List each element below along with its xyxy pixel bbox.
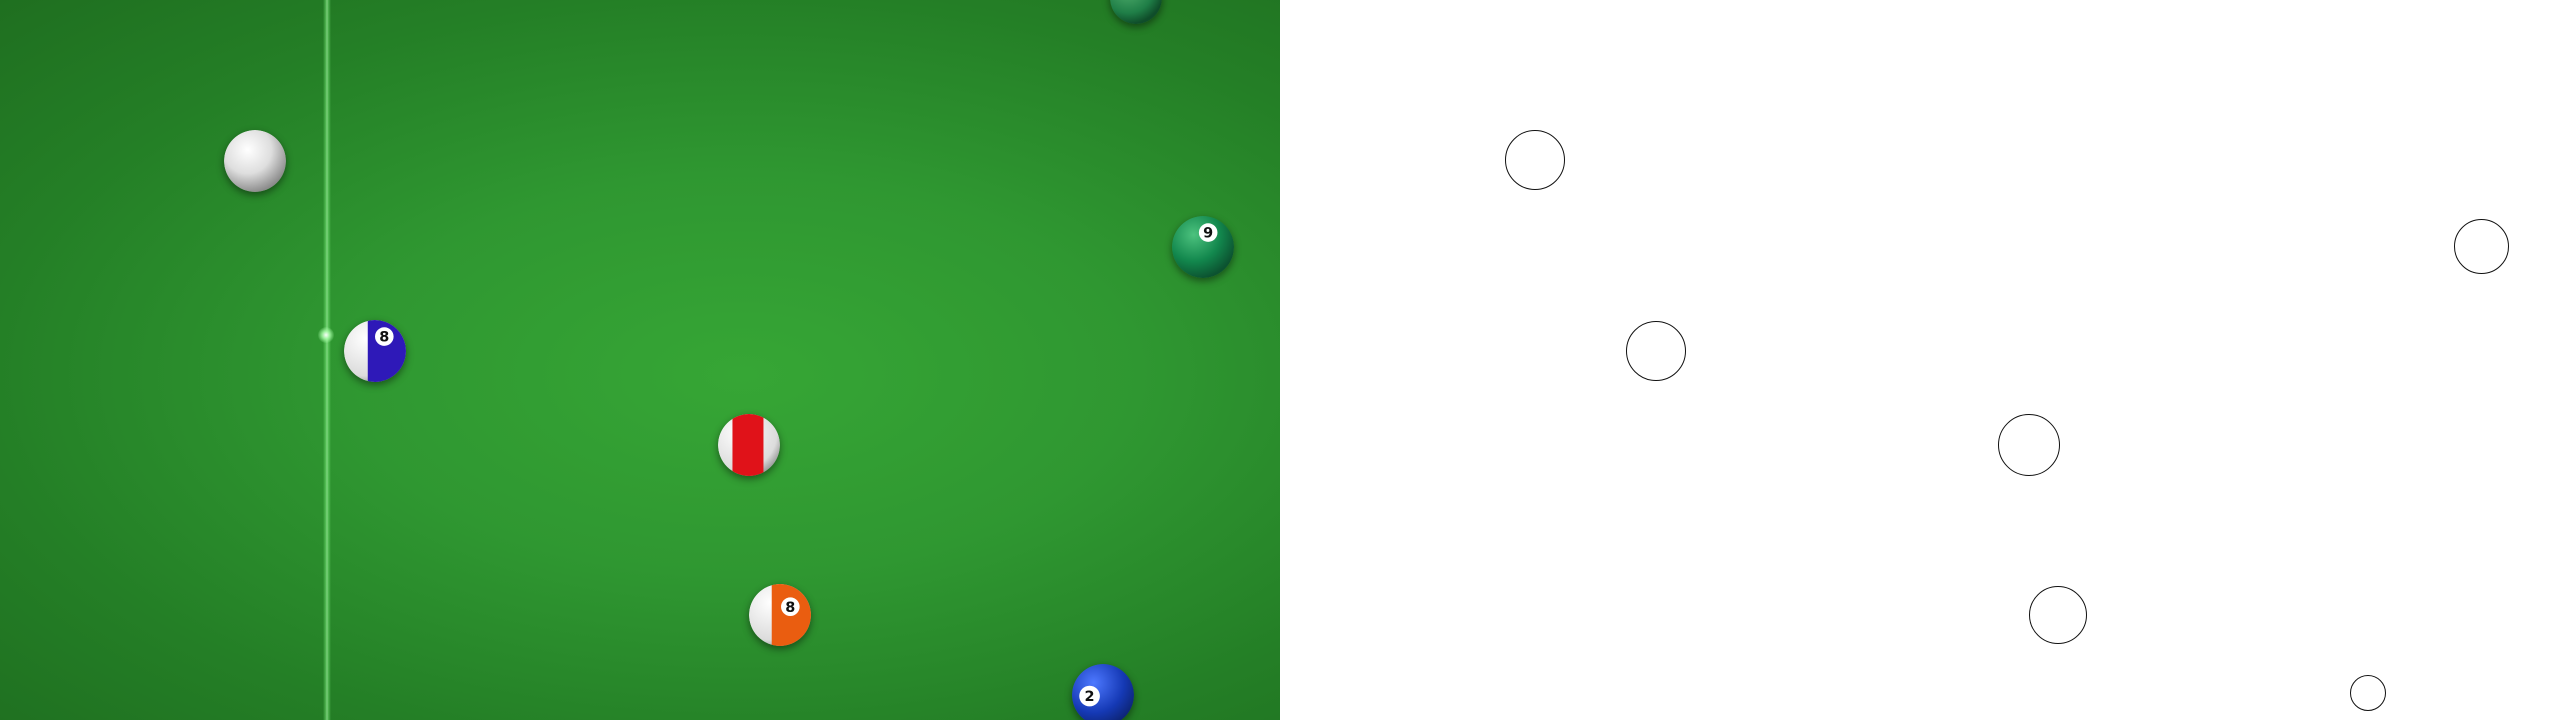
- blue-solid-ball-number: 2: [1085, 689, 1095, 705]
- blue-solid-ball-outline: [2350, 675, 2386, 711]
- top-edge-ball[interactable]: [1110, 0, 1162, 24]
- pool-table[interactable]: 9 8 8 2: [0, 0, 1280, 720]
- orange-stripe-ball-number: 8: [785, 600, 795, 616]
- head-string-line: [323, 0, 331, 720]
- green-ball-number: 9: [1203, 226, 1213, 242]
- blue-stripe-ball-outline: [1626, 321, 1686, 381]
- red-stripe-ball[interactable]: [718, 414, 780, 476]
- red-stripe-ball-outline: [1998, 414, 2060, 476]
- orange-stripe-ball[interactable]: 8: [749, 584, 811, 646]
- green-solid-ball-outline: [2454, 219, 2509, 274]
- blue-stripe-ball-number: 8: [379, 330, 389, 346]
- orange-stripe-ball-outline: [2029, 586, 2087, 644]
- cue-ball-outline: [1505, 130, 1565, 190]
- cue-ball[interactable]: [224, 130, 286, 192]
- blue-solid-ball[interactable]: 2: [1072, 664, 1134, 720]
- head-spot-marker: [318, 327, 334, 343]
- ball-outline-panel: [1280, 0, 2560, 720]
- green-solid-ball[interactable]: 9: [1172, 216, 1234, 278]
- pool-game-screen: 9 8 8 2: [0, 0, 2560, 720]
- blue-stripe-ball[interactable]: 8: [344, 320, 406, 382]
